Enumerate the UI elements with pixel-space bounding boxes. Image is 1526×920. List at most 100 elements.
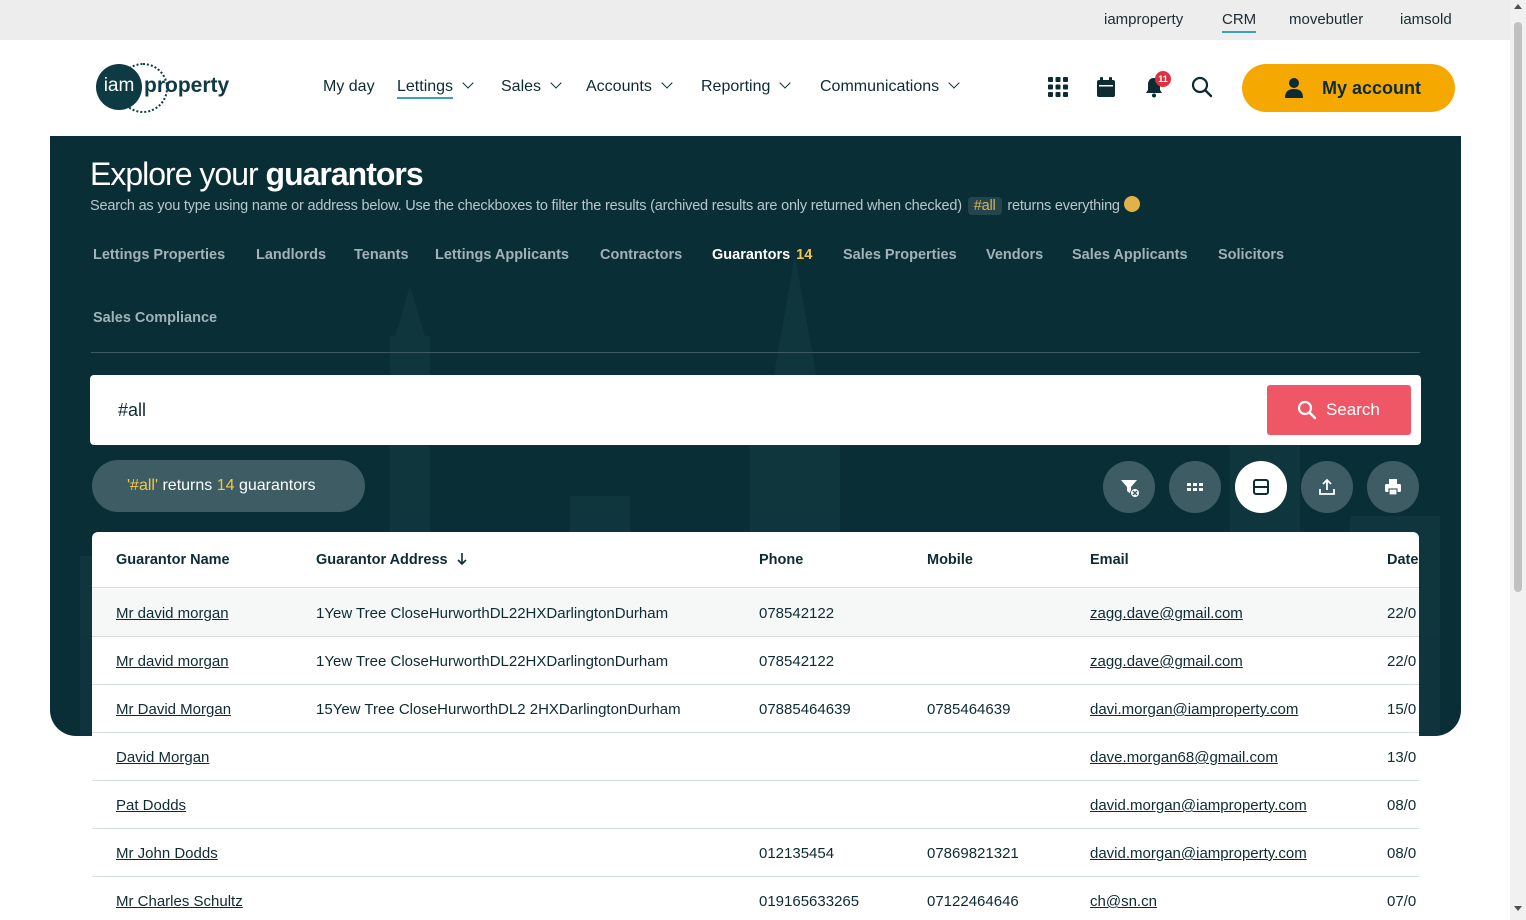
- page-subtitle: Search as you type using name or address…: [90, 196, 1140, 215]
- nav-my-day[interactable]: My day: [323, 78, 375, 96]
- nav-label: Lettings: [397, 78, 454, 99]
- guarantor-name-link[interactable]: Mr David Morgan: [116, 701, 231, 718]
- guarantor-date: 07/0: [1387, 893, 1417, 910]
- table-row: Pat Dodds david.morgan@iamproperty.com 0…: [92, 781, 1419, 829]
- guarantor-email-link[interactable]: david.morgan@iamproperty.com: [1090, 845, 1307, 862]
- tab-lettings-applicants[interactable]: Lettings Applicants: [435, 247, 569, 263]
- iamproperty-logo[interactable]: iam property: [96, 63, 230, 113]
- tab-sales-applicants[interactable]: Sales Applicants: [1072, 247, 1188, 263]
- smiley-emoji-icon: [1123, 196, 1140, 212]
- guarantor-name-link[interactable]: Mr david morgan: [116, 653, 229, 670]
- guarantor-name-link[interactable]: Mr david morgan: [116, 605, 229, 622]
- tab-count: 14: [796, 247, 813, 263]
- guarantor-phone: 019165633265: [759, 893, 860, 910]
- table-row: Mr John Dodds 012135454 07869821321 davi…: [92, 829, 1419, 877]
- guarantor-email-link[interactable]: ch@sn.cn: [1090, 893, 1157, 910]
- nav-accounts[interactable]: Accounts: [586, 77, 673, 96]
- guarantor-email-link[interactable]: zagg.dave@gmail.com: [1090, 653, 1243, 670]
- scroll-up-arrow-icon[interactable]: [1514, 4, 1522, 9]
- column-header-address-label: Guarantor Address: [316, 552, 448, 568]
- guarantor-name-link[interactable]: Mr Charles Schultz: [116, 893, 243, 910]
- grid-view-button[interactable]: [1169, 461, 1221, 513]
- clear-filter-button[interactable]: [1103, 461, 1155, 513]
- guarantor-date: 08/0: [1387, 797, 1417, 814]
- guarantor-name-link[interactable]: Mr John Dodds: [116, 845, 218, 862]
- tab-vendors[interactable]: Vendors: [986, 247, 1043, 263]
- tab-tenants[interactable]: Tenants: [354, 247, 409, 263]
- tab-sales-properties[interactable]: Sales Properties: [843, 247, 957, 263]
- guarantor-address: 1Yew Tree CloseHurworthDL22HXDarlingtonD…: [316, 653, 669, 670]
- user-icon: [1285, 78, 1303, 98]
- table-row: Mr david morgan 1Yew Tree CloseHurworthD…: [92, 589, 1419, 637]
- column-header-name[interactable]: Guarantor Name: [116, 552, 230, 568]
- guarantor-email-link[interactable]: zagg.dave@gmail.com: [1090, 605, 1243, 622]
- results-noun: guarantors: [234, 477, 316, 494]
- brand-link-iamsold[interactable]: iamsold: [1400, 11, 1452, 28]
- print-button[interactable]: [1367, 461, 1419, 513]
- scrollbar-thumb[interactable]: [1514, 22, 1522, 592]
- brand-link-crm[interactable]: CRM: [1222, 11, 1257, 33]
- guarantor-date: 15/0: [1387, 701, 1417, 718]
- tab-guarantors[interactable]: Guarantors 14: [712, 247, 812, 263]
- guarantor-name-link[interactable]: David Morgan: [116, 749, 209, 766]
- tabs-divider: [91, 352, 1420, 353]
- subtitle-text: Search as you type using name or address…: [90, 198, 962, 214]
- nav-sales[interactable]: Sales: [501, 77, 562, 96]
- chevron-down-icon: [661, 77, 673, 89]
- brand-link-movebutler[interactable]: movebutler: [1289, 11, 1363, 28]
- sort-descending-icon: [457, 553, 467, 566]
- table-row: Mr david morgan 1Yew Tree CloseHurworthD…: [92, 637, 1419, 685]
- guarantor-phone: 07885464639: [759, 701, 851, 718]
- page-scrollbar[interactable]: [1510, 0, 1526, 920]
- table-view-button[interactable]: [1235, 461, 1287, 513]
- guarantor-email-link[interactable]: davi.morgan@iamproperty.com: [1090, 701, 1298, 718]
- search-button[interactable]: Search: [1267, 385, 1411, 435]
- search-icon: [1297, 400, 1317, 420]
- scroll-down-arrow-icon[interactable]: [1514, 906, 1522, 911]
- page-title: Explore your guarantors: [90, 156, 424, 193]
- guarantor-email-link[interactable]: david.morgan@iamproperty.com: [1090, 797, 1307, 814]
- guarantor-email-link[interactable]: dave.morgan68@gmail.com: [1090, 749, 1278, 766]
- apps-grid-icon[interactable]: [1047, 76, 1071, 100]
- guarantor-mobile: 07869821321: [927, 845, 1019, 862]
- guarantor-date: 08/0: [1387, 845, 1417, 862]
- search-bar: Search: [90, 375, 1421, 445]
- search-input[interactable]: [118, 395, 1218, 425]
- nav-label: Reporting: [701, 78, 771, 95]
- table-row: Mr David Morgan 15Yew Tree CloseHurworth…: [92, 685, 1419, 733]
- search-icon[interactable]: [1191, 76, 1215, 100]
- tab-sales-compliance[interactable]: Sales Compliance: [93, 310, 217, 326]
- tab-solicitors[interactable]: Solicitors: [1218, 247, 1284, 263]
- table-view-icon: [1253, 479, 1269, 495]
- column-header-email[interactable]: Email: [1090, 552, 1129, 568]
- export-button[interactable]: [1301, 461, 1353, 513]
- all-tag: #all: [967, 197, 1002, 215]
- column-header-address[interactable]: Guarantor Address: [316, 552, 468, 568]
- column-header-phone[interactable]: Phone: [759, 552, 803, 568]
- subtitle-after: returns everything: [1007, 198, 1120, 214]
- nav-label: Accounts: [586, 78, 652, 95]
- tab-landlords[interactable]: Landlords: [256, 247, 326, 263]
- guarantor-date: 13/0: [1387, 749, 1417, 766]
- calendar-icon[interactable]: [1095, 76, 1119, 100]
- my-account-button[interactable]: My account: [1242, 64, 1455, 112]
- nav-reporting[interactable]: Reporting: [701, 77, 792, 96]
- column-header-mobile[interactable]: Mobile: [927, 552, 973, 568]
- guarantor-phone: 078542122: [759, 653, 835, 670]
- column-header-date[interactable]: Date: [1387, 552, 1418, 568]
- chevron-down-icon: [948, 77, 960, 89]
- guarantor-mobile: 0785464639: [927, 701, 1011, 718]
- tab-contractors[interactable]: Contractors: [600, 247, 682, 263]
- nav-label: My day: [323, 78, 375, 95]
- table-row: David Morgan dave.morgan68@gmail.com 13/…: [92, 733, 1419, 781]
- title-light: Explore your: [90, 156, 266, 192]
- nav-communications[interactable]: Communications: [820, 77, 960, 96]
- nav-lettings[interactable]: Lettings: [397, 77, 474, 99]
- clear-filter-icon: [1121, 480, 1140, 498]
- tab-lettings-properties[interactable]: Lettings Properties: [93, 247, 225, 263]
- brand-link-iamproperty[interactable]: iamproperty: [1104, 11, 1183, 28]
- logo-word: property: [144, 74, 230, 97]
- tab-label: Guarantors: [712, 247, 791, 263]
- guarantor-date: 22/0: [1387, 605, 1417, 622]
- guarantor-name-link[interactable]: Pat Dodds: [116, 797, 186, 814]
